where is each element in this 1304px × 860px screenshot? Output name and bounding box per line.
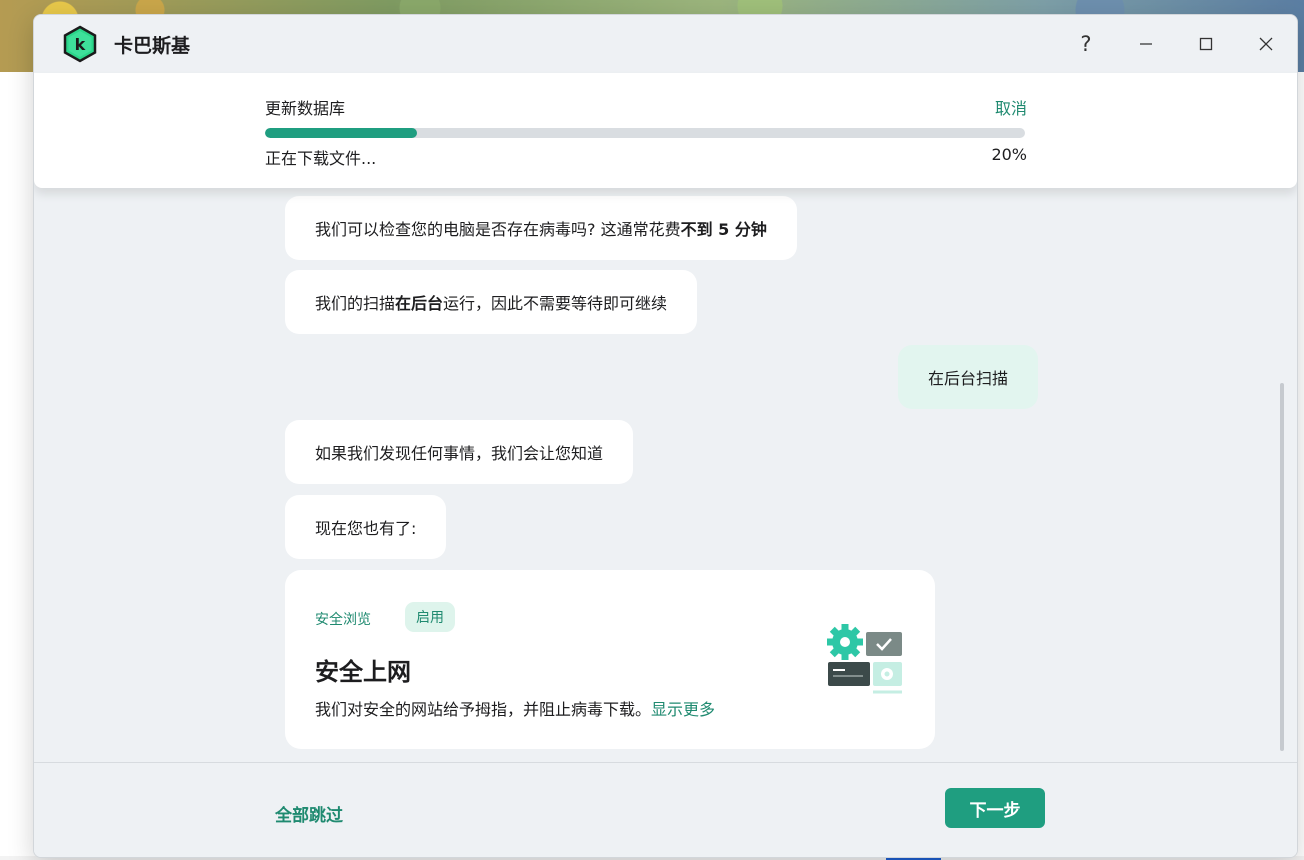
message-text: 在后台扫描 — [928, 369, 1009, 388]
skip-all-link[interactable]: 全部跳过 — [275, 801, 343, 826]
chat-scrollbar[interactable] — [1280, 383, 1284, 751]
chat-message-bot: 我们的扫描 在后台 运行，因此不需要等待即可继续 — [285, 270, 698, 334]
update-progress-bar — [265, 128, 1025, 138]
message-text: 现在您也有了: — [315, 519, 417, 538]
help-button[interactable]: ? — [1066, 29, 1106, 59]
kaspersky-logo-icon: k — [63, 25, 97, 63]
chat-area: 我们可以检查您的电脑是否存在病毒吗? 这通常花费 不到 5 分钟 我们的扫描 在后台… — [34, 188, 1297, 762]
minimize-icon — [1140, 43, 1152, 45]
update-status-text: 正在下载文件... — [265, 149, 377, 168]
feature-description: 我们对安全的网站给予拇指，并阻止病毒下载。显示更多 — [315, 696, 715, 720]
maximize-icon — [1199, 37, 1213, 51]
update-title: 更新数据库 — [265, 99, 346, 118]
chat-message-bot: 现在您也有了: — [285, 495, 447, 559]
chat-message-bot: 我们可以检查您的电脑是否存在病毒吗? 这通常花费 不到 5 分钟 — [285, 196, 797, 260]
feature-title: 安全上网 — [315, 658, 411, 686]
help-icon: ? — [1080, 32, 1092, 56]
enabled-badge: 启用 — [405, 602, 455, 632]
maximize-button[interactable] — [1186, 29, 1226, 59]
footer-bar: 全部跳过 下一步 — [34, 762, 1297, 857]
close-button[interactable] — [1246, 29, 1286, 59]
message-text: 运行，因此不需要等待即可继续 — [443, 294, 668, 313]
minimize-button[interactable] — [1126, 29, 1166, 59]
database-update-panel: 更新数据库 取消 正在下载文件... 20% — [34, 73, 1297, 188]
safe-browsing-illustration-icon — [827, 624, 902, 694]
message-emphasis: 不到 5 分钟 — [680, 220, 767, 239]
message-text: 我们可以检查您的电脑是否存在病毒吗? 这通常花费 — [315, 220, 681, 239]
feature-description-text: 我们对安全的网站给予拇指，并阻止病毒下载。 — [315, 700, 652, 719]
svg-text:k: k — [75, 35, 86, 54]
app-window: k 卡巴斯基 ? 更新数据库 取消 正在下载文件... 20% 我们可以检查您的… — [33, 14, 1298, 858]
message-emphasis: 在后台 — [395, 294, 444, 313]
feature-label: 安全浏览 — [315, 612, 371, 628]
update-percent: 20% — [991, 145, 1027, 164]
chat-message-user: 在后台扫描 — [898, 345, 1039, 409]
safe-browsing-card: 安全浏览 启用 安全上网 我们对安全的网站给予拇指，并阻止病毒下载。显示更多 — [285, 570, 935, 749]
chat-message-bot: 如果我们发现任何事情，我们会让您知道 — [285, 420, 634, 484]
message-text: 我们的扫描 — [315, 294, 396, 313]
cancel-update-link[interactable]: 取消 — [995, 95, 1027, 119]
close-icon — [1259, 37, 1273, 51]
update-progress-fill — [265, 128, 417, 138]
show-more-link[interactable]: 显示更多 — [651, 700, 715, 719]
app-title: 卡巴斯基 — [114, 35, 191, 57]
message-text: 如果我们发现任何事情，我们会让您知道 — [315, 444, 604, 463]
title-bar: k 卡巴斯基 ? — [34, 15, 1297, 73]
next-button[interactable]: 下一步 — [945, 788, 1045, 828]
